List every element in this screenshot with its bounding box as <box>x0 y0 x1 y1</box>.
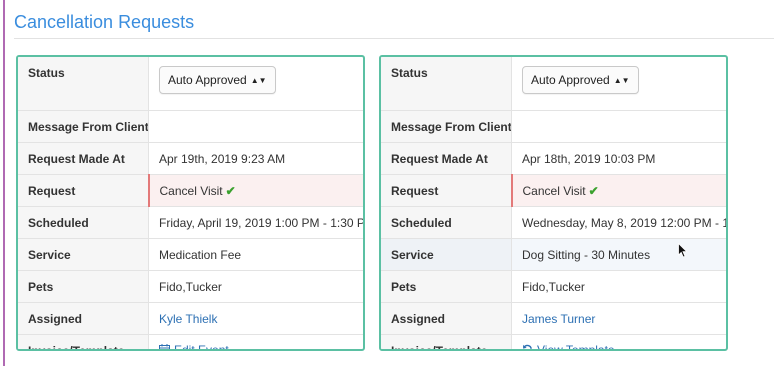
view-template-link[interactable]: View Template <box>522 343 615 351</box>
status-label: Status <box>381 57 512 111</box>
scheduled-row: Scheduled Wednesday, May 8, 2019 12:00 P… <box>381 206 726 239</box>
status-select-value: Auto Approved <box>531 73 610 87</box>
checkmark-icon: ✔ <box>225 183 236 198</box>
pets-label: Pets <box>18 270 149 303</box>
message-value <box>148 110 363 143</box>
status-row: Status Auto Approved ▲▼ <box>381 57 726 111</box>
edit-event-link[interactable]: Edit Event <box>159 343 229 351</box>
scheduled-value: Friday, April 19, 2019 1:00 PM - 1:30 PM <box>148 206 363 239</box>
pets-value: Fido,Tucker <box>511 270 726 303</box>
scheduled-label: Scheduled <box>381 206 512 239</box>
invoice-row: Invoice/Template Edit Event <box>18 334 364 351</box>
request-details-table: Status Auto Approved ▲▼ Message From Clie… <box>18 57 364 351</box>
status-select[interactable]: Auto Approved ▲▼ <box>522 66 639 94</box>
page-left-border <box>3 0 5 366</box>
calendar-icon <box>159 344 170 349</box>
select-arrows-icon: ▲▼ <box>613 76 630 85</box>
service-label: Service <box>18 238 149 271</box>
assigned-cell: James Turner <box>511 302 726 335</box>
pets-label: Pets <box>381 270 512 303</box>
scheduled-row: Scheduled Friday, April 19, 2019 1:00 PM… <box>18 206 363 239</box>
message-label: Message From Client <box>381 110 512 143</box>
status-label: Status <box>18 57 149 111</box>
request-cell: Cancel Visit ✔ <box>510 174 726 207</box>
section-title: Cancellation Requests <box>14 12 195 32</box>
service-label: Service <box>381 238 512 271</box>
request-label: Request <box>381 174 512 207</box>
assigned-link[interactable]: Kyle Thielk <box>159 312 217 326</box>
request-made-at-value: Apr 19th, 2019 9:23 AM <box>148 142 363 175</box>
view-template-label: View Template <box>537 343 615 351</box>
request-made-at-label: Request Made At <box>381 142 512 175</box>
invoice-label: Invoice/Template <box>381 334 512 349</box>
message-label: Message From Client <box>18 110 149 143</box>
assigned-label: Assigned <box>381 302 512 335</box>
pets-row: Pets Fido,Tucker <box>381 270 726 303</box>
message-row: Message From Client <box>381 110 726 143</box>
assigned-row: Assigned James Turner <box>381 302 726 335</box>
title-divider <box>14 38 774 39</box>
status-cell: Auto Approved ▲▼ <box>511 57 726 111</box>
assigned-link[interactable]: James Turner <box>522 312 595 326</box>
invoice-cell: View Template <box>512 335 727 351</box>
invoice-row: Invoice/Template View Template <box>381 334 727 351</box>
service-row: Service Dog Sitting - 30 Minutes <box>381 238 726 271</box>
request-made-at-value: Apr 18th, 2019 10:03 PM <box>511 142 726 175</box>
invoice-label: Invoice/Template <box>18 334 149 349</box>
cancellation-request-card: Status Auto Approved ▲▼ Message From Clie… <box>379 55 728 351</box>
scheduled-label: Scheduled <box>18 206 149 239</box>
pets-row: Pets Fido,Tucker <box>18 270 363 303</box>
status-select[interactable]: Auto Approved ▲▼ <box>159 66 276 94</box>
request-row: Request Cancel Visit ✔ <box>18 174 363 207</box>
service-value: Dog Sitting - 30 Minutes <box>511 238 726 271</box>
mouse-cursor-icon <box>678 243 688 258</box>
message-row: Message From Client <box>18 110 363 143</box>
status-select-value: Auto Approved <box>168 73 247 87</box>
invoice-cell: Edit Event <box>149 335 364 351</box>
status-row: Status Auto Approved ▲▼ <box>18 57 363 111</box>
request-made-at-label: Request Made At <box>18 142 149 175</box>
request-made-at-row: Request Made At Apr 19th, 2019 9:23 AM <box>18 142 363 175</box>
request-row: Request Cancel Visit ✔ <box>381 174 726 207</box>
refresh-icon <box>522 344 533 349</box>
assigned-label: Assigned <box>18 302 149 335</box>
cancellation-request-card: Status Auto Approved ▲▼ Message From Clie… <box>16 55 365 351</box>
assigned-cell: Kyle Thielk <box>148 302 363 335</box>
request-cell: Cancel Visit ✔ <box>147 174 363 207</box>
request-value: Cancel Visit <box>522 183 586 198</box>
select-arrows-icon: ▲▼ <box>250 76 267 85</box>
request-value: Cancel Visit <box>159 183 223 198</box>
edit-event-label: Edit Event <box>174 343 229 351</box>
service-row: Service Medication Fee <box>18 238 363 271</box>
request-label: Request <box>18 174 149 207</box>
pets-value: Fido,Tucker <box>148 270 363 303</box>
service-value: Medication Fee <box>148 238 363 271</box>
checkmark-icon: ✔ <box>588 183 599 198</box>
assigned-row: Assigned Kyle Thielk <box>18 302 363 335</box>
scheduled-value: Wednesday, May 8, 2019 12:00 PM - 12:30 … <box>511 206 726 239</box>
request-made-at-row: Request Made At Apr 18th, 2019 10:03 PM <box>381 142 726 175</box>
request-details-table: Status Auto Approved ▲▼ Message From Clie… <box>381 57 727 351</box>
message-value <box>511 110 726 143</box>
status-cell: Auto Approved ▲▼ <box>148 57 363 111</box>
